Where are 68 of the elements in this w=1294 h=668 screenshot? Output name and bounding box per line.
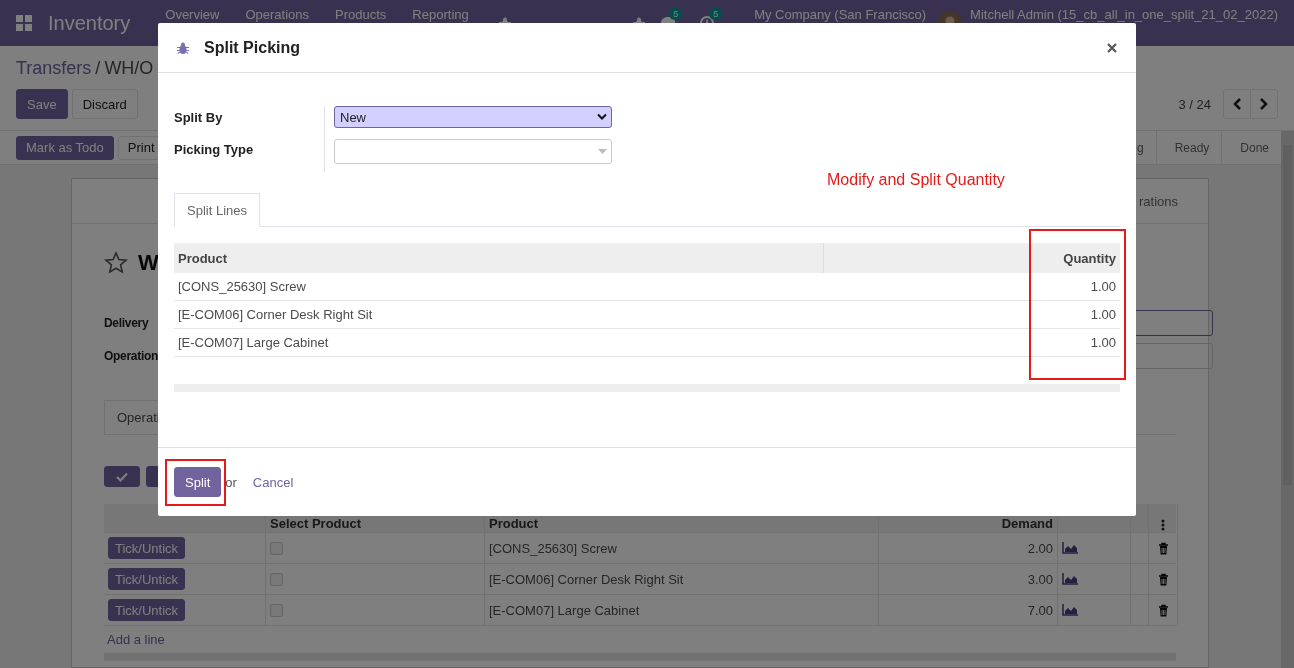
user-menu[interactable]: Mitchell Admin (15_cb_all_in_one_split_21_02_2022): [970, 7, 1278, 22]
breadcrumb-link[interactable]: Transfers: [16, 57, 92, 79]
tick-untick-button[interactable]: Tick/Untick: [108, 599, 186, 621]
column-header: Quantity: [1062, 249, 1117, 268]
field-label: Split By: [174, 110, 224, 125]
kebab-menu-icon[interactable]: [1161, 519, 1165, 531]
table-cell[interactable]: 1.00: [1024, 301, 1120, 328]
checkbox[interactable]: [270, 603, 283, 617]
trash-icon[interactable]: [1157, 603, 1169, 617]
nav-menu-item[interactable]: Products: [335, 7, 387, 22]
save-button[interactable]: Save: [16, 89, 68, 119]
column-header: Product: [174, 243, 824, 273]
bug-icon[interactable]: [176, 40, 190, 55]
split-button[interactable]: Split: [174, 467, 222, 497]
discard-button[interactable]: Discard: [71, 89, 138, 119]
mark-as-todo-button[interactable]: Mark as Todo: [16, 135, 114, 160]
table-cell-text: [CONS_25630] Screw: [177, 278, 307, 296]
caret-down-icon: [598, 149, 607, 154]
chevron-down-icon: [597, 113, 607, 121]
smart-button[interactable]: rations: [1138, 193, 1178, 209]
nav-menu-item[interactable]: Operations: [245, 7, 310, 22]
nav-menu-item[interactable]: Overview: [165, 7, 220, 22]
status-stage[interactable]: Ready: [1155, 131, 1222, 164]
star-icon[interactable]: [104, 251, 128, 275]
table-cell: [E-COM07] Large Cabinet: [485, 595, 879, 625]
check-icon: [116, 471, 128, 482]
add-line-link[interactable]: Add a line: [104, 626, 1176, 653]
table-cell[interactable]: 1.00: [1024, 273, 1120, 300]
table-cell: [E-COM06] Corner Desk Right Sit: [485, 564, 879, 594]
breadcrumb-current: WH/O: [104, 57, 154, 79]
apps-menu-icon[interactable]: [16, 15, 32, 31]
split-by-select[interactable]: New: [334, 106, 612, 128]
area-chart-icon[interactable]: [1062, 573, 1078, 585]
tick-untick-button[interactable]: Tick/Untick: [108, 537, 186, 559]
pager-buttons[interactable]: [1223, 89, 1278, 119]
table-cell: [CONS_25630] Screw: [485, 533, 879, 563]
area-chart-icon[interactable]: [1062, 542, 1078, 554]
activity-count-badge: 5: [709, 8, 723, 20]
area-chart-icon[interactable]: [1062, 604, 1078, 616]
cancel-link[interactable]: Cancel: [252, 474, 294, 490]
nav-menu-item[interactable]: Reporting: [412, 7, 469, 22]
table-cell: 3.00: [879, 564, 1058, 594]
trash-icon[interactable]: [1157, 541, 1169, 555]
scrollbar[interactable]: [1281, 131, 1294, 668]
or-text: or: [225, 474, 237, 490]
checkbox[interactable]: [270, 572, 283, 586]
close-icon: [1107, 42, 1117, 53]
picking-type-field[interactable]: [334, 139, 612, 164]
field-label: Operation: [104, 349, 159, 363]
check-button[interactable]: [104, 466, 140, 487]
trash-icon[interactable]: [1157, 572, 1169, 586]
table-cell: 2.00: [879, 533, 1058, 563]
message-count-badge: 5: [669, 8, 683, 20]
pager-counter: 3 / 24: [1178, 96, 1211, 112]
table-cell-text: [E-COM06] Corner Desk Right Sit: [177, 306, 374, 324]
tab[interactable]: Split Lines: [174, 193, 260, 227]
tick-untick-button[interactable]: Tick/Untick: [108, 568, 186, 590]
annotation-text: Modify and Split Quantity: [827, 171, 1006, 189]
record-title: W: [138, 250, 159, 276]
breadcrumb-separator: /: [95, 57, 101, 79]
checkbox[interactable]: [270, 541, 283, 555]
company-switcher[interactable]: My Company (San Francisco): [754, 7, 927, 22]
dialog-title: Split Picking: [204, 38, 301, 57]
field-label: Picking Type: [174, 142, 255, 157]
table-cell-text: [E-COM07] Large Cabinet: [177, 334, 330, 352]
table-cell[interactable]: 1.00: [1024, 329, 1120, 356]
table-cell: 7.00: [879, 595, 1058, 625]
app-name[interactable]: Inventory: [48, 11, 131, 35]
